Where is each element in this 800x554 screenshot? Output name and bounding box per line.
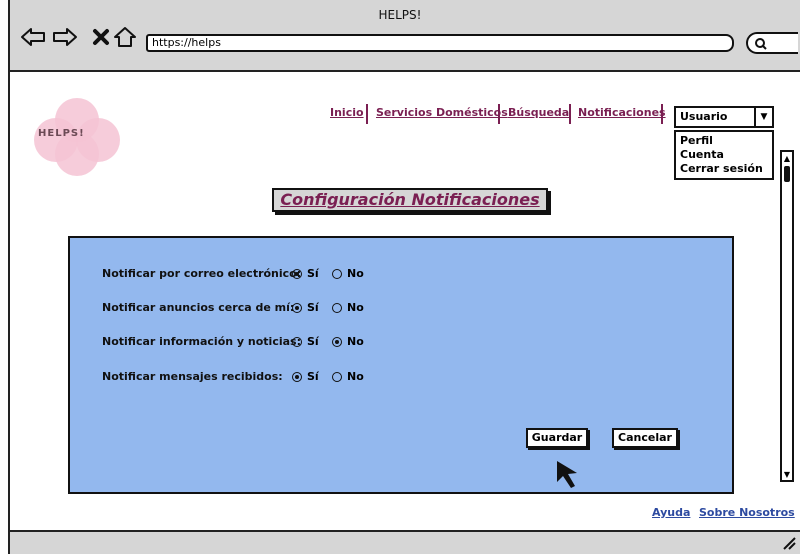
cancel-button[interactable]: Cancelar: [612, 428, 678, 448]
radio-empty-icon: [292, 336, 302, 347]
url-input[interactable]: https://helps: [146, 34, 734, 52]
radio-label: Sí: [307, 370, 319, 383]
radio-selected-icon: [292, 371, 302, 382]
radio-label: No: [347, 370, 364, 383]
radio-email-no[interactable]: No: [332, 267, 364, 280]
scroll-thumb[interactable]: [784, 166, 790, 182]
radio-label: No: [347, 267, 364, 280]
page-title: Configuración Notificaciones: [272, 188, 548, 212]
mouse-pointer-icon: [557, 461, 577, 488]
user-dropdown-value: Usuario: [680, 110, 728, 123]
radio-news-yes[interactable]: Sí: [292, 335, 319, 348]
menu-item-perfil[interactable]: Perfil: [680, 134, 768, 148]
radio-ads-no[interactable]: No: [332, 301, 364, 314]
radio-label: No: [347, 335, 364, 348]
radio-label: Sí: [307, 301, 319, 314]
radio-news-no[interactable]: No: [332, 335, 364, 348]
notification-settings-panel: Notificar por correo electrónico: Sí No …: [68, 236, 734, 494]
menu-item-cerrar-sesion[interactable]: Cerrar sesión: [680, 162, 768, 176]
scroll-up-icon[interactable]: ▲: [782, 152, 792, 164]
radio-selected-icon: [292, 302, 302, 313]
logo-text: HELPS!: [38, 128, 85, 139]
radio-ads-yes[interactable]: Sí: [292, 301, 319, 314]
nav-link-inicio[interactable]: Inicio: [330, 106, 364, 119]
radio-selected-icon: [292, 268, 302, 279]
scroll-down-icon[interactable]: ▼: [782, 468, 792, 480]
forward-icon[interactable]: [52, 24, 78, 50]
footer-link-help[interactable]: Ayuda: [652, 506, 690, 519]
radio-messages-no[interactable]: No: [332, 370, 364, 383]
resize-grip-icon[interactable]: [782, 536, 796, 550]
nav-link-servicios[interactable]: Servicios Domésticos: [376, 106, 508, 119]
setting-label-email: Notificar por correo electrónico:: [102, 267, 302, 280]
radio-label: Sí: [307, 267, 319, 280]
search-box[interactable]: [746, 32, 798, 54]
status-bar: [8, 530, 800, 554]
stop-icon[interactable]: [88, 24, 114, 50]
save-button[interactable]: Guardar: [526, 428, 588, 448]
radio-empty-icon: [332, 268, 342, 279]
window-title: HELPS!: [378, 8, 422, 22]
chevron-down-icon[interactable]: ▼: [754, 108, 772, 126]
radio-empty-icon: [332, 371, 342, 382]
radio-label: No: [347, 301, 364, 314]
nav-link-notificaciones[interactable]: Notificaciones: [578, 106, 666, 119]
user-menu: Perfil Cuenta Cerrar sesión: [674, 130, 774, 180]
vertical-scrollbar[interactable]: ▲ ▼: [780, 150, 794, 482]
nav-separator: [569, 104, 571, 124]
setting-label-messages: Notificar mensajes recibidos:: [102, 370, 283, 383]
nav-separator: [498, 104, 500, 124]
nav-separator: [366, 104, 368, 124]
setting-label-ads-nearby: Notificar anuncios cerca de mí:: [102, 301, 295, 314]
menu-item-cuenta[interactable]: Cuenta: [680, 148, 768, 162]
nav-separator: [661, 104, 663, 124]
radio-messages-yes[interactable]: Sí: [292, 370, 319, 383]
radio-label: Sí: [307, 335, 319, 348]
search-icon: [755, 38, 767, 50]
nav-link-busqueda[interactable]: Búsqueda: [508, 106, 569, 119]
radio-selected-icon: [332, 336, 342, 347]
user-dropdown[interactable]: Usuario ▼: [674, 106, 774, 128]
logo[interactable]: HELPS!: [34, 98, 120, 176]
radio-empty-icon: [332, 302, 342, 313]
home-icon[interactable]: [112, 24, 138, 50]
back-icon[interactable]: [20, 24, 46, 50]
setting-label-news: Notificar información y noticias:: [102, 335, 301, 348]
footer-link-about[interactable]: Sobre Nosotros: [699, 506, 795, 519]
radio-email-yes[interactable]: Sí: [292, 267, 319, 280]
